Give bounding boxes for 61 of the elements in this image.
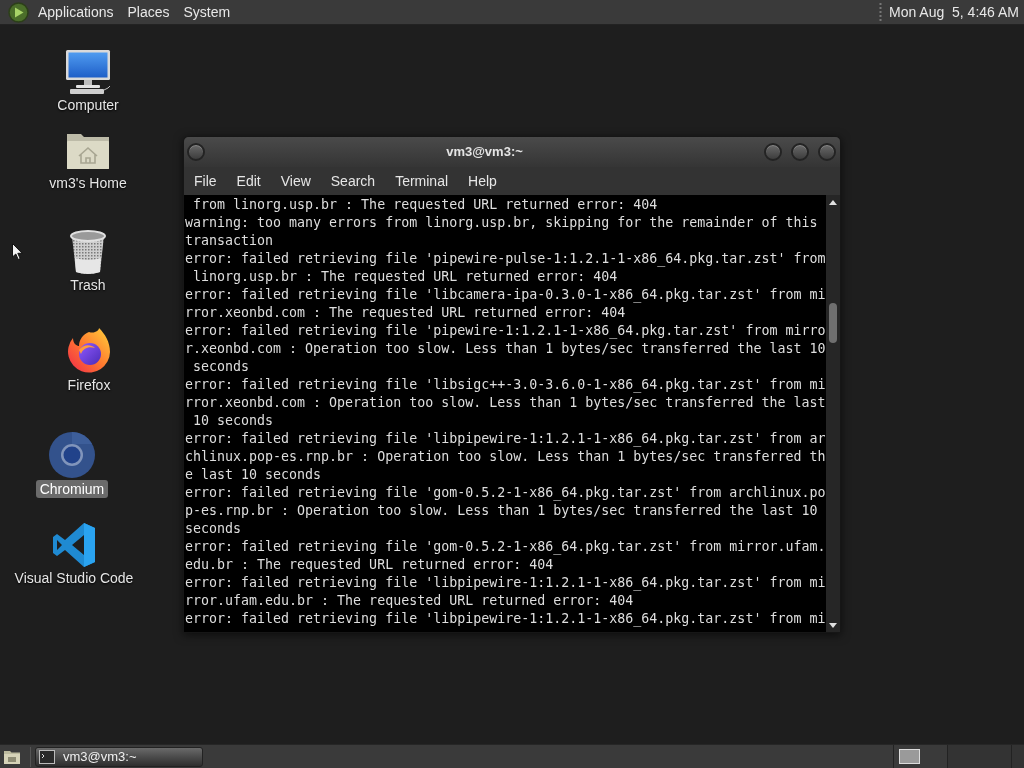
menu-item[interactable]: View <box>270 167 321 195</box>
flame-globe-icon <box>65 328 113 376</box>
terminal-line: edu.br : The requested URL returned error: 404 <box>185 556 555 574</box>
terminal-line: error: failed retrieving file 'gom-0.5.2-1-x86_64.pkg.tar.zst' from archlinux.po <box>185 484 826 502</box>
terminal-line: warning: too many errors from linorg.usp.br, skipping for the remainder of this <box>185 214 819 232</box>
panel-menu[interactable]: Places <box>120 0 177 24</box>
monitor-icon <box>64 48 112 96</box>
window-menu-button[interactable] <box>187 143 205 161</box>
terminal-line: error: failed retrieving file 'pipewire-1:1.2.1-1-x86_64.pkg.tar.zst' from mirro <box>185 322 826 340</box>
desktop-icon-label[interactable]: Chromium <box>35 480 109 498</box>
terminal-line: 10 seconds <box>192 412 275 430</box>
terminal-line: error: failed retrieving file 'libpipewire-1:1.2.1-1-x86_64.pkg.tar.zst' from ar <box>185 430 826 448</box>
workspace-switcher[interactable] <box>893 744 1024 768</box>
terminal-icon <box>39 749 55 764</box>
window-title: vm3@vm3:~ <box>445 143 524 162</box>
terminal-line: from linorg.usp.br : The requested URL returned error: 404 <box>192 196 659 214</box>
desktop-icon-label[interactable]: Firefox <box>67 377 111 393</box>
terminal-line: rror.xeonbd.com : Operation too slow. Less than 1 bytes/sec transferred the last <box>185 394 826 412</box>
terminal-line: linorg.usp.br : The requested URL returned error: 404 <box>192 268 619 286</box>
panel-menu[interactable]: System <box>176 0 238 24</box>
terminal-line: error: failed retrieving file 'libpipewire-1:1.2.1-1-x86_64.pkg.tar.zst' from mi <box>185 610 826 628</box>
terminal-line: transaction <box>185 232 275 250</box>
terminal-line: r.xeonbd.com : Operation too slow. Less than 1 bytes/sec transferred the last 10 <box>185 340 826 358</box>
terminal-line: error: failed retrieving file 'libcamera-ipa-0.3.0-1-x86_64.pkg.tar.zst' from mi <box>185 286 826 304</box>
desktop-icon <box>3 748 21 765</box>
terminal-line: error: failed retrieving file 'libpipewire-1:1.2.1-1-x86_64.pkg.tar.zst' from mi <box>185 574 826 592</box>
close-button[interactable] <box>818 143 836 161</box>
terminal-line: e last 10 seconds <box>185 466 323 484</box>
clock[interactable]: Mon Aug 5, 4:46 AM <box>889 1 1019 23</box>
terminal-line: seconds <box>185 520 243 538</box>
scrollbar[interactable] <box>826 195 840 632</box>
panel-handle-icon <box>879 2 882 22</box>
window-thumbnail-icon <box>899 749 920 764</box>
terminal-line: seconds <box>192 358 251 376</box>
desktop-icon-label[interactable]: Visual Studio Code <box>14 570 134 586</box>
code-editor-logo-icon <box>50 521 98 569</box>
terminal-line: error: failed retrieving file 'gom-0.5.2-1-x86_64.pkg.tar.zst' from mirror.ufam. <box>185 538 826 556</box>
menu-item[interactable]: Search <box>320 167 386 195</box>
down-arrow-icon <box>829 622 837 628</box>
desktop-icon-label[interactable]: vm3's Home <box>49 175 127 191</box>
terminal-line: error: failed retrieving file 'pipewire-pulse-1:1.2.1-1-x86_64.pkg.tar.zst' from <box>185 250 826 268</box>
app-menu-logo-icon[interactable] <box>8 1 29 23</box>
mouse-pointer-icon <box>12 243 23 261</box>
terminal-line: rror.ufam.edu.br : The requested URL returned error: 404 <box>185 592 635 610</box>
menu-item[interactable]: Edit <box>226 167 271 195</box>
panel-menu[interactable]: Applications <box>31 0 121 24</box>
scroll-thumb[interactable] <box>829 303 837 343</box>
terminal-line: chlinux.pop-es.rnp.br : Operation too slow. Less than 1 bytes/sec transferred th <box>185 448 826 466</box>
terminal-line: rror.xeonbd.com : The requested URL returned error: 404 <box>185 304 627 322</box>
menu-item[interactable]: Terminal <box>385 167 459 195</box>
desktop-icon-label[interactable]: Computer <box>57 97 119 113</box>
minimize-button[interactable] <box>764 143 782 161</box>
menu-item[interactable]: File <box>184 167 227 195</box>
ring-logo-icon <box>48 431 96 479</box>
terminal-line: p-es.rnp.br : Operation too slow. Less than 1 bytes/sec transferred the last 10 <box>185 502 819 520</box>
maximize-button[interactable] <box>791 143 809 161</box>
menu-item[interactable]: Help <box>458 167 507 195</box>
up-arrow-icon <box>829 199 837 205</box>
desktop-icon-label[interactable]: Trash <box>70 277 106 293</box>
taskbar-button[interactable]: vm3@vm3:~ <box>35 746 203 767</box>
terminal-line: error: failed retrieving file 'libsigc++-3.0-3.6.0-1-x86_64.pkg.tar.zst' from mi <box>185 376 826 394</box>
